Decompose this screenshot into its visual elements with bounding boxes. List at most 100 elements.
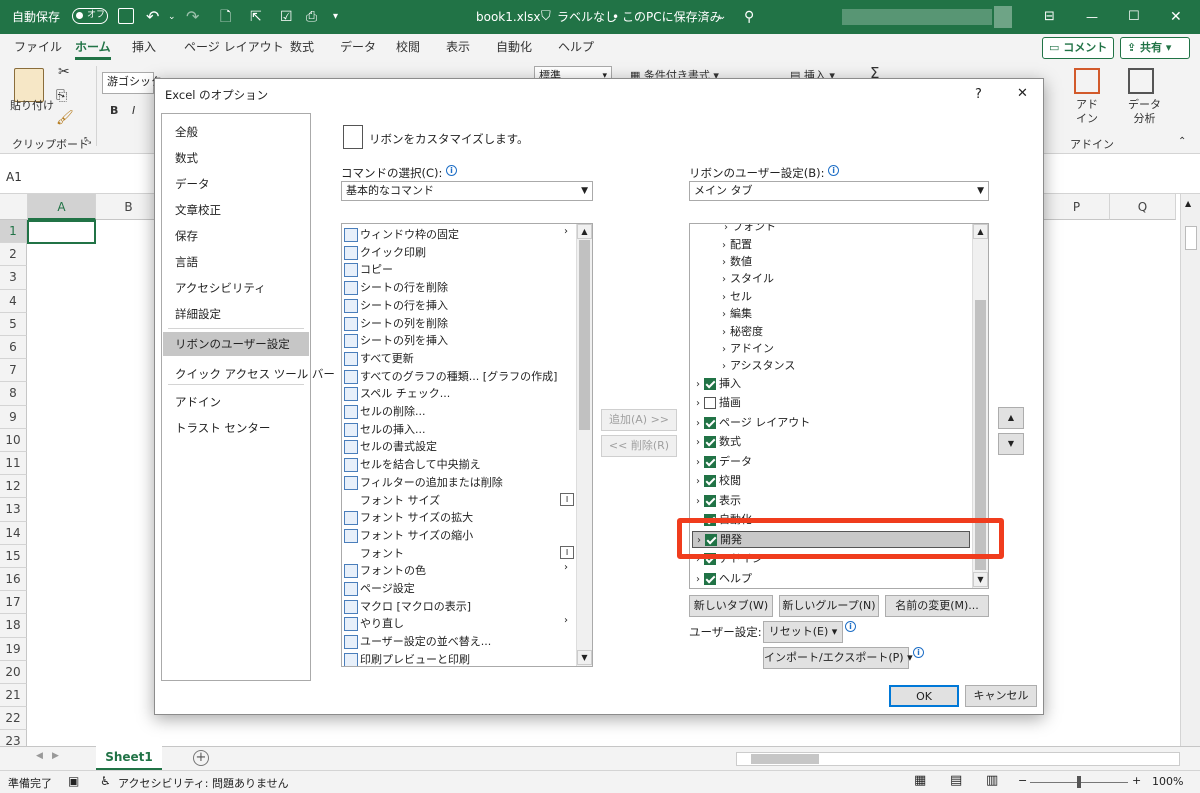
nav-item-3[interactable]: 文章校正 xyxy=(163,198,309,222)
move-up-button[interactable]: ▲ xyxy=(998,407,1024,429)
scroll-up-icon[interactable]: ▲ xyxy=(1185,194,1197,214)
row-header[interactable]: 17 xyxy=(0,591,27,615)
paste-label[interactable]: 貼り付け xyxy=(10,97,54,113)
command-item[interactable]: ユーザー設定の並べ替え... xyxy=(344,633,574,651)
commands-list-scrollbar[interactable]: ▲ ▼ xyxy=(576,224,592,666)
nav-item-4[interactable]: 保存 xyxy=(163,224,309,248)
column-header[interactable]: P xyxy=(1044,194,1110,220)
row-header[interactable]: 20 xyxy=(0,660,27,684)
tab-insert[interactable]: 挿入 xyxy=(132,34,156,60)
row-header[interactable]: 22 xyxy=(0,707,27,731)
nav-item-0[interactable]: 全般 xyxy=(163,120,309,144)
add-button[interactable]: 追加(A) >> xyxy=(601,409,677,431)
comment-button[interactable]: ▭ コメント xyxy=(1042,37,1114,59)
page-break-view-icon[interactable]: ▥ xyxy=(986,773,998,788)
avatar[interactable] xyxy=(994,6,1012,28)
row-header[interactable]: 2 xyxy=(0,243,27,267)
nav-item-9[interactable]: クイック アクセス ツール バー xyxy=(163,362,335,386)
sheet-prev-icon[interactable]: ◀ xyxy=(36,751,43,761)
tree-tab-item[interactable]: › 校閲 xyxy=(692,472,970,490)
checkbox[interactable] xyxy=(704,494,716,507)
vertical-scroll-thumb[interactable] xyxy=(1185,226,1197,250)
command-item[interactable]: クイック印刷 xyxy=(344,244,574,262)
move-down-button[interactable]: ▼ xyxy=(998,433,1024,455)
zoom-in-button[interactable]: + xyxy=(1132,774,1141,787)
page-layout-view-icon[interactable]: ▤ xyxy=(950,773,962,788)
tree-subitem[interactable]: › 配置 xyxy=(718,236,752,254)
accessibility-status[interactable]: アクセシビリティ: 問題ありません xyxy=(118,775,289,791)
collapse-ribbon-icon[interactable]: ⌃ xyxy=(1178,136,1186,147)
command-item[interactable]: シートの列を削除 xyxy=(344,315,574,333)
row-header[interactable]: 11 xyxy=(0,452,27,476)
row-header[interactable]: 5 xyxy=(0,312,27,336)
tree-subitem[interactable]: › 数値 xyxy=(718,253,752,271)
share-button[interactable]: ⇪ 共有 ▾ xyxy=(1120,37,1190,59)
ok-button[interactable]: OK xyxy=(889,685,959,707)
row-header[interactable]: 7 xyxy=(0,359,27,383)
commands-list[interactable]: ▲ ▼ ウィンドウ枠の固定 › クイック印刷 コピー シートの行を削除 シートの行を挿入シ… xyxy=(341,223,593,667)
tab-formulas[interactable]: 数式 xyxy=(290,34,314,60)
command-item[interactable]: すべて更新 xyxy=(344,350,574,368)
command-item[interactable]: フォント サイズの拡大 xyxy=(344,509,574,527)
tree-tab-item[interactable]: › データ xyxy=(692,453,970,471)
column-header[interactable]: A xyxy=(28,194,96,220)
row-header[interactable]: 9 xyxy=(0,405,27,429)
title-chevron-icon[interactable]: ⌄ xyxy=(718,0,726,34)
command-item[interactable]: コピー xyxy=(344,261,574,279)
maximize-icon[interactable]: ☐ xyxy=(1128,0,1140,34)
tab-file[interactable]: ファイル xyxy=(14,34,62,60)
data-analysis-icon[interactable] xyxy=(1128,68,1154,94)
row-header[interactable]: 1 xyxy=(0,220,27,244)
horizontal-scroll-thumb[interactable] xyxy=(751,754,819,764)
row-header[interactable]: 8 xyxy=(0,382,27,406)
horizontal-scrollbar[interactable] xyxy=(736,752,1180,766)
autosave-toggle[interactable]: オフ xyxy=(72,8,108,24)
command-item[interactable]: ページ設定 xyxy=(344,580,574,598)
close-icon[interactable]: ✕ xyxy=(1170,0,1182,34)
command-item[interactable]: スペル チェック... xyxy=(344,385,574,403)
italic-button[interactable]: I xyxy=(132,104,135,117)
minimize-icon[interactable]: — xyxy=(1086,0,1098,34)
tree-tab-item[interactable]: › 挿入 xyxy=(692,375,970,393)
bold-button[interactable]: B xyxy=(110,104,118,117)
row-header[interactable]: 12 xyxy=(0,475,27,499)
label-status[interactable]: ラベルなし xyxy=(557,0,617,34)
scroll-down-icon[interactable]: ▼ xyxy=(973,572,988,587)
command-item[interactable]: シートの行を削除 xyxy=(344,279,574,297)
tree-tab-item[interactable]: › 数式 xyxy=(692,433,970,451)
column-header[interactable]: B xyxy=(96,194,162,220)
import-export-button[interactable]: インポート/エクスポート(P) ▾ xyxy=(763,647,913,669)
row-header[interactable]: 19 xyxy=(0,637,27,661)
import-export-info-icon[interactable]: i xyxy=(913,647,924,661)
command-item[interactable]: ウィンドウ枠の固定 xyxy=(344,226,574,244)
undo-dropdown-icon[interactable]: ⌄ xyxy=(168,0,176,34)
command-item[interactable]: フォントの色 xyxy=(344,562,574,580)
save-location[interactable]: このPCに保存済み xyxy=(622,0,722,34)
scroll-thumb[interactable] xyxy=(579,240,590,430)
zoom-out-button[interactable]: − xyxy=(1018,774,1027,787)
font-name-combo[interactable]: 游ゴシック xyxy=(102,72,162,94)
addins-button-label[interactable]: アド イン xyxy=(1076,98,1098,126)
command-item[interactable]: マクロ [マクロの表示] xyxy=(344,598,574,616)
active-cell[interactable] xyxy=(27,220,96,244)
save-icon[interactable] xyxy=(118,8,134,24)
clipboard-launcher-icon[interactable]: ⤡ xyxy=(84,136,91,146)
command-item[interactable]: フィルターの追加または削除 xyxy=(344,474,574,492)
row-header[interactable]: 18 xyxy=(0,614,27,638)
export-icon[interactable]: ⇱ xyxy=(250,0,262,34)
tab-view[interactable]: 表示 xyxy=(446,34,470,60)
checkbox[interactable] xyxy=(704,572,716,585)
tab-page-layout[interactable]: ページ レイアウト xyxy=(184,34,284,60)
tab-review[interactable]: 校閲 xyxy=(396,34,420,60)
accessibility-icon[interactable]: ♿ xyxy=(100,774,111,788)
remove-button[interactable]: << 削除(R) xyxy=(601,435,677,457)
undo-icon[interactable]: ↶ xyxy=(146,0,159,34)
nav-item-8[interactable]: リボンのユーザー設定 xyxy=(163,332,309,356)
sheet-tab-active[interactable]: Sheet1 xyxy=(96,746,162,770)
data-analysis-label[interactable]: データ 分析 xyxy=(1128,98,1161,126)
info-icon[interactable]: i xyxy=(446,165,458,176)
command-item[interactable]: セルを結合して中央揃え xyxy=(344,456,574,474)
cut-icon[interactable]: ✂ xyxy=(58,64,70,80)
check-doc-icon[interactable]: ☑ xyxy=(280,0,293,34)
column-header[interactable]: Q xyxy=(1110,194,1176,220)
